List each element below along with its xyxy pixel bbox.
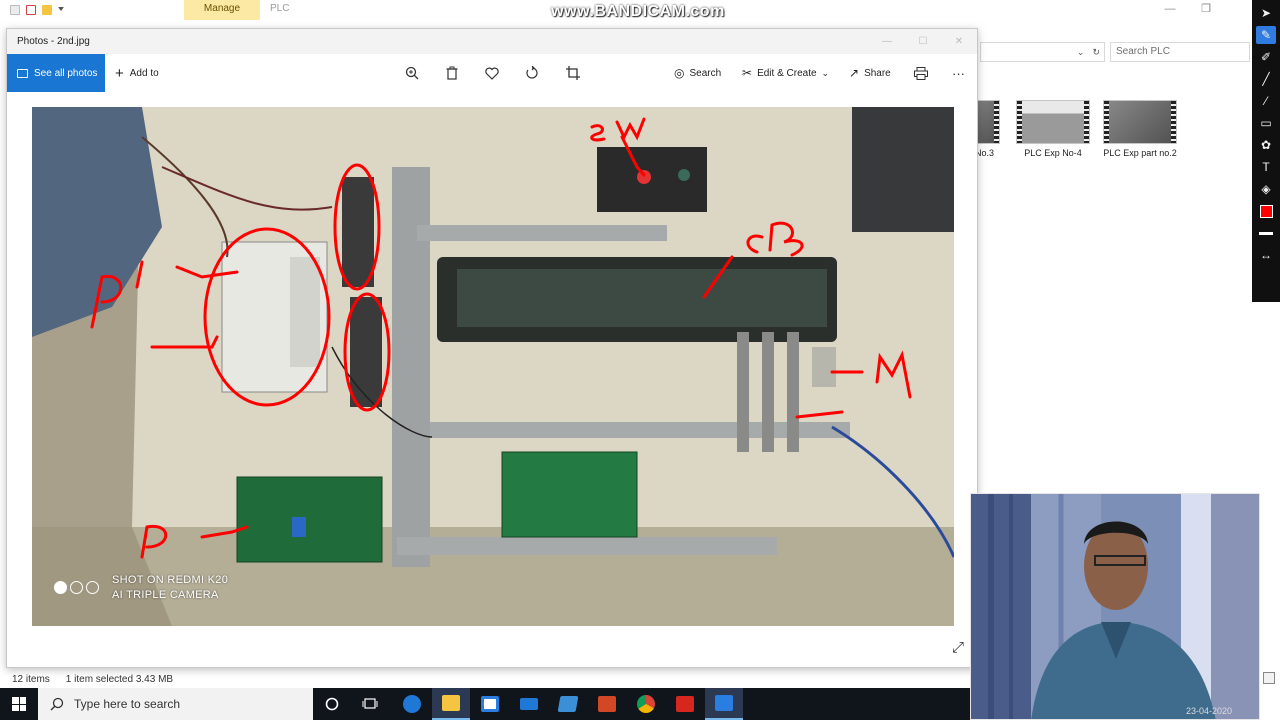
search-input[interactable]: Search PLC — [1110, 42, 1250, 62]
carousel-dots — [54, 581, 99, 594]
minimize-button[interactable]: — — [869, 36, 905, 47]
text-icon[interactable]: T — [1256, 158, 1276, 176]
file-label: PLC Exp No-4 — [1024, 148, 1082, 158]
chrome-icon[interactable] — [627, 688, 665, 720]
taskbar: Type here to search — [0, 688, 970, 720]
chevron-down-icon[interactable] — [58, 7, 64, 13]
context-title: PLC — [270, 3, 290, 14]
cursor-icon[interactable]: ➤ — [1256, 4, 1276, 22]
more-options-button[interactable]: ··· — [952, 54, 965, 92]
photo-image — [32, 107, 954, 626]
share-button[interactable]: ↗ Share — [849, 54, 891, 92]
cortana-icon[interactable] — [313, 688, 351, 720]
marker-icon[interactable]: ✐ — [1256, 48, 1276, 66]
search-icon — [50, 697, 64, 711]
checklist-icon[interactable] — [26, 5, 36, 15]
rectangle-icon[interactable]: ▭ — [1256, 114, 1276, 132]
photos-app-icon[interactable] — [705, 688, 743, 720]
taskbar-search-input[interactable]: Type here to search — [38, 688, 313, 720]
photos-app-window: Photos - 2nd.jpg — ☐ ✕ See all photos + … — [6, 28, 978, 668]
camera-watermark: SHOT ON REDMI K20 AI TRIPLE CAMERA — [112, 573, 228, 603]
recording-watermark: www.BANDICAM.com — [551, 3, 725, 20]
search-icon: ◎ — [674, 66, 685, 80]
folder-icon[interactable] — [42, 5, 52, 15]
edit-create-label: Edit & Create — [757, 67, 817, 79]
video-thumbnail-image — [1103, 100, 1177, 144]
task-view-icon[interactable] — [351, 688, 389, 720]
dot-indicator — [70, 581, 83, 594]
webcam-overlay — [970, 493, 1260, 720]
refresh-icon[interactable]: ↻ — [1092, 47, 1100, 58]
chevron-down-icon[interactable]: ⌄ — [1077, 47, 1085, 58]
acrobat-icon[interactable] — [666, 688, 704, 720]
share-label: Share — [864, 67, 891, 79]
see-all-photos-button[interactable]: See all photos — [7, 54, 105, 92]
add-to-label: Add to — [129, 67, 159, 79]
line-width-icon[interactable] — [1256, 224, 1276, 242]
eraser-icon[interactable]: ◈ — [1256, 180, 1276, 198]
windows-logo-icon — [12, 697, 26, 711]
search-button[interactable]: ◎ Search — [674, 54, 721, 92]
zoom-in-icon[interactable] — [402, 63, 422, 83]
close-button[interactable]: ✕ — [941, 36, 977, 47]
powerpoint-icon[interactable] — [588, 688, 626, 720]
add-to-button[interactable]: + Add to — [115, 54, 159, 92]
edge-browser-icon[interactable] — [393, 688, 431, 720]
file-label: PLC Exp part no.2 — [1103, 148, 1177, 158]
start-button[interactable] — [0, 688, 38, 720]
brush-icon[interactable]: ⁄ — [1256, 92, 1276, 110]
effects-icon[interactable]: ✿ — [1256, 136, 1276, 154]
drawing-toolbar: ➤ ✎ ✐ ╱ ⁄ ▭ ✿ T ◈ ↔ — [1252, 0, 1280, 302]
edit-icon: ✂ — [742, 66, 753, 80]
window-title: Photos - 2nd.jpg — [17, 36, 90, 47]
heart-icon[interactable] — [482, 63, 502, 83]
plus-icon: + — [115, 64, 124, 82]
file-explorer-icon[interactable] — [432, 688, 470, 720]
status-bar: 12 items 1 item selected 3.43 MB — [0, 670, 980, 688]
properties-icon[interactable] — [10, 5, 20, 15]
dot-indicator — [54, 581, 67, 594]
minimize-button[interactable]: — — [1152, 0, 1188, 20]
line-icon[interactable]: ╱ — [1256, 70, 1276, 88]
app-shortcut-icon[interactable] — [549, 688, 587, 720]
address-bar-end: ⌄ ↻ — [980, 42, 1105, 62]
collapse-icon[interactable]: ↔ — [1256, 246, 1276, 264]
maximize-button[interactable]: ☐ — [905, 36, 941, 47]
mail-icon[interactable] — [510, 688, 548, 720]
color-swatch[interactable] — [1256, 202, 1276, 220]
crop-icon[interactable] — [563, 63, 583, 83]
camera-watermark-line2: AI TRIPLE CAMERA — [112, 589, 219, 601]
rotate-icon[interactable] — [522, 63, 542, 83]
webcam-timestamp: 23-04-2020 — [1186, 706, 1233, 716]
photos-toolbar: See all photos + Add to ◎ Search ✂ Edit … — [7, 54, 977, 92]
search-label: Search — [689, 67, 722, 79]
manage-tab[interactable]: Manage — [184, 0, 260, 20]
restore-button[interactable]: ❐ — [1188, 0, 1224, 20]
notification-icon[interactable] — [1263, 672, 1275, 684]
store-icon[interactable] — [471, 688, 509, 720]
share-icon: ↗ — [849, 66, 860, 80]
dot-indicator — [86, 581, 99, 594]
printer-icon[interactable] — [911, 63, 931, 83]
taskbar-search-placeholder: Type here to search — [74, 697, 181, 711]
photo-icon — [17, 68, 28, 78]
pen-icon[interactable]: ✎ — [1256, 26, 1276, 44]
video-thumbnail-image — [1016, 100, 1090, 144]
edit-create-button[interactable]: ✂ Edit & Create ⌄ — [742, 54, 829, 92]
chevron-down-icon: ⌄ — [821, 67, 830, 78]
see-all-label: See all photos — [34, 67, 98, 79]
webcam-image — [971, 494, 1259, 719]
title-bar: Photos - 2nd.jpg — ☐ ✕ — [7, 29, 977, 54]
photo-viewer[interactable]: SHOT ON REDMI K20 AI TRIPLE CAMERA — [32, 107, 954, 626]
expand-icon[interactable]: ⤢ — [949, 639, 967, 657]
camera-watermark-line1: SHOT ON REDMI K20 — [112, 574, 229, 586]
file-thumbnail[interactable]: PLC Exp part no.2 — [1100, 100, 1180, 158]
item-count: 12 items — [12, 673, 50, 685]
selection-info: 1 item selected 3.43 MB — [65, 673, 174, 685]
explorer-window-controls: — ❐ — [1152, 0, 1224, 20]
quick-access-toolbar — [0, 0, 180, 20]
trash-icon[interactable] — [442, 63, 462, 83]
file-thumbnail[interactable]: PLC Exp No-4 — [1013, 100, 1093, 158]
